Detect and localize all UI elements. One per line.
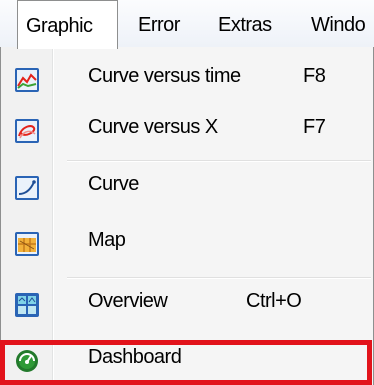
menu-item-curve-versus-x[interactable]: Curve versus X F7	[1, 116, 373, 152]
menu-item-shortcut: F7	[303, 116, 326, 138]
graphic-dropdown-menu: Curve versus time F8 Curve versus X F7 C…	[0, 47, 374, 385]
menu-item-label: Curve versus time	[88, 65, 241, 87]
menu-item-label: Curve	[88, 173, 139, 195]
menu-item-overview[interactable]: Overview Ctrl+O	[1, 290, 373, 326]
overview-icon	[15, 293, 39, 317]
menu-graphic[interactable]: Graphic	[17, 0, 118, 49]
menu-item-shortcut: F8	[303, 65, 326, 87]
dashboard-icon	[16, 350, 38, 372]
menu-extras[interactable]: Extras	[218, 0, 272, 48]
menu-item-shortcut: Ctrl+O	[246, 290, 302, 312]
menu-item-curve-versus-time[interactable]: Curve versus time F8	[1, 65, 373, 101]
menu-item-label: Overview	[88, 290, 168, 312]
menu-error[interactable]: Error	[138, 0, 180, 48]
menu-separator	[67, 277, 371, 279]
menu-item-map[interactable]: Map	[1, 229, 373, 265]
curve-versus-time-icon	[15, 68, 39, 92]
menu-separator	[67, 160, 371, 162]
curve-icon	[15, 176, 39, 200]
menu-item-curve[interactable]: Curve	[1, 173, 373, 209]
menu-item-label: Map	[88, 229, 126, 251]
map-icon	[15, 232, 39, 256]
menu-item-dashboard[interactable]: Dashboard	[1, 346, 373, 382]
menu-bar: Graphic Error Extras Windo	[0, 0, 374, 49]
menu-window[interactable]: Windo	[311, 0, 366, 48]
menu-item-label: Curve versus X	[88, 116, 218, 138]
menu-item-label: Dashboard	[88, 346, 182, 368]
curve-versus-x-icon	[15, 119, 39, 143]
